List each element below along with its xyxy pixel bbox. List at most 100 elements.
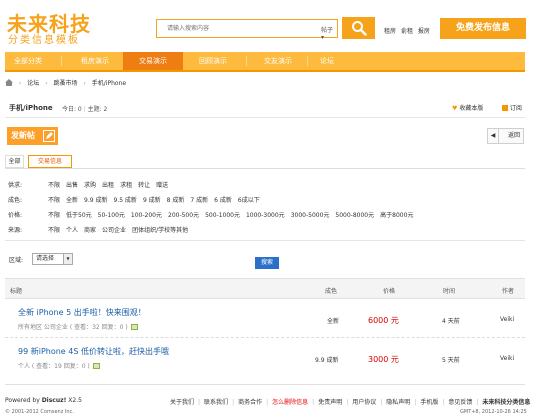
filter-option[interactable]: 9 成新: [143, 197, 161, 204]
filter-option[interactable]: 6 成新: [214, 197, 232, 204]
image-icon: [130, 324, 138, 330]
footer-link[interactable]: 联系我们: [204, 399, 228, 406]
back-button[interactable]: ◀ 返回: [487, 128, 524, 144]
nav-item-review[interactable]: 回顾演示: [183, 52, 243, 70]
filter-option[interactable]: 商家: [84, 227, 96, 234]
tab-all[interactable]: 全部: [5, 155, 24, 168]
search-button[interactable]: [342, 17, 375, 39]
footer-link[interactable]: 未来科技分类信息: [482, 399, 530, 406]
filter-option[interactable]: 求购: [84, 182, 96, 189]
chevron-down-icon: ▼: [63, 254, 72, 264]
nav-item-trade[interactable]: 交易演示: [123, 52, 183, 70]
filter-option[interactable]: 50-100元: [98, 212, 125, 219]
filter-option[interactable]: 高于8000元: [380, 212, 413, 219]
filter-option[interactable]: 全新: [66, 197, 78, 204]
table-row: 99 新iPhone 4S 低价转让啦，赶快出手哦 个人 ( 查看：19 回复：…: [5, 339, 525, 377]
arrow-left-icon: ◀: [488, 129, 499, 143]
filter-option[interactable]: 9.5 成新: [113, 197, 136, 204]
footer-link[interactable]: 意见反馈: [448, 399, 472, 406]
publish-free-button[interactable]: 免费发布信息: [440, 18, 526, 39]
nav-item-forum[interactable]: 论坛: [307, 52, 347, 70]
site-logo-subtitle: 分类信息模板: [8, 35, 80, 46]
filter-option[interactable]: 低于50元: [66, 212, 92, 219]
search-box: 帖子 ▾: [156, 19, 338, 41]
region-selected-value: 请选择: [36, 255, 55, 262]
new-post-label: 发新帖: [11, 131, 35, 140]
filter-search-button[interactable]: 搜索: [255, 257, 279, 269]
breadcrumb-forum[interactable]: 论坛: [27, 80, 39, 87]
footer-link[interactable]: 用户协议: [352, 399, 376, 406]
filter-option[interactable]: 不限: [48, 182, 60, 189]
filter-option[interactable]: 求租: [120, 182, 132, 189]
region-label: 区域:: [9, 257, 24, 264]
home-icon[interactable]: [5, 79, 13, 86]
filter-option[interactable]: 不限: [48, 227, 60, 234]
search-input[interactable]: [157, 20, 295, 37]
filter-option[interactable]: 100-200元: [131, 212, 162, 219]
today-count: 今日: 0: [62, 106, 82, 113]
filter-option[interactable]: 个人: [66, 227, 78, 234]
thread-title-link[interactable]: 99 新iPhone 4S 低价转让啦，赶快出手哦: [18, 346, 169, 357]
footer-link[interactable]: 免责声明: [318, 399, 342, 406]
footer-link[interactable]: 关于我们: [170, 399, 194, 406]
filter-option[interactable]: 9.9 成新: [84, 197, 107, 204]
filter-option[interactable]: 200-500元: [168, 212, 199, 219]
filter-option[interactable]: 不限: [48, 212, 60, 219]
thread-condition: 9.9 成新: [315, 357, 339, 364]
breadcrumb-current[interactable]: 手机/iPhone: [92, 80, 126, 87]
powered-prefix: Powered by: [5, 397, 40, 404]
new-post-button[interactable]: 发新帖: [7, 127, 58, 145]
rss-icon: [502, 105, 508, 111]
filter-option[interactable]: 6成以下: [238, 197, 260, 204]
filter-option[interactable]: 3000-5000元: [291, 212, 330, 219]
filter-option[interactable]: 公司企业: [102, 227, 126, 234]
filter-label: 价格:: [8, 212, 23, 219]
footer-links: 关于我们 | 联系我们 | 商务合作 | 怎么删除信息 | 免责声明 | 用户协议 | 隐私声明 | 手机版…: [170, 399, 531, 406]
filter-label: 供求:: [8, 182, 23, 189]
favorite-forum-link[interactable]: ♥ 收藏本版: [452, 103, 483, 112]
search-category-select[interactable]: 帖子 ▾: [321, 25, 337, 41]
breadcrumb-market[interactable]: 跳蚤市场: [54, 80, 78, 87]
subscribe-link[interactable]: 订阅: [502, 103, 522, 112]
footer-link[interactable]: 手机版: [420, 399, 438, 406]
subscribe-label: 订阅: [509, 105, 522, 112]
filter-option[interactable]: 赠送: [156, 182, 168, 189]
hot-link[interactable]: 租房: [384, 28, 396, 35]
tab-trade-info[interactable]: 交易信息: [28, 155, 72, 168]
filter-option[interactable]: 出售: [66, 182, 78, 189]
footer-link[interactable]: 怎么删除信息: [272, 399, 308, 406]
copyright: © 2001-2012 Comsenz Inc.: [5, 409, 74, 415]
thread-author[interactable]: Veiki: [500, 355, 514, 362]
back-label: 返回: [508, 132, 521, 139]
filter-option[interactable]: 转让: [138, 182, 150, 189]
edit-icon: [43, 130, 55, 142]
powered-by: Powered by Discuz! X2.5: [5, 397, 82, 404]
thread-meta-text: 个人 ( 查看：19 回复：0 ): [18, 363, 90, 370]
thread-meta: 所有地区 公司企业 ( 查看：32 回复：0 ): [18, 322, 138, 331]
hot-link[interactable]: 报房: [418, 28, 430, 35]
thread-title-link[interactable]: 全新 iPhone 5 出手啦！快来围观！: [18, 307, 146, 318]
footer-link[interactable]: 商务合作: [238, 399, 262, 406]
heart-icon: ♥: [452, 105, 458, 112]
footer-link[interactable]: 隐私声明: [386, 399, 410, 406]
thread-author[interactable]: Veiki: [500, 316, 514, 323]
filter-option[interactable]: 7 成新: [190, 197, 208, 204]
filter-option[interactable]: 1000-3000元: [246, 212, 285, 219]
filter-option[interactable]: 团体组织/学校等其他: [132, 227, 188, 234]
filter-option[interactable]: 出租: [102, 182, 114, 189]
hot-link[interactable]: 俞租: [401, 28, 413, 35]
filter-option[interactable]: 500-1000元: [205, 212, 240, 219]
nav-item-all[interactable]: 全部分类: [5, 52, 51, 70]
table-row: 全新 iPhone 5 出手啦！快来围观！ 所有地区 公司企业 ( 查看：32 …: [5, 300, 525, 338]
filter-option[interactable]: 8 成新: [167, 197, 185, 204]
col-price: 价格: [383, 288, 396, 295]
nav-item-dating[interactable]: 交友演示: [249, 52, 307, 70]
breadcrumb: › 论坛 › 跳蚤市场 › 手机/iPhone: [5, 78, 126, 87]
powered-brand-link[interactable]: Discuz!: [42, 397, 67, 404]
filter-option[interactable]: 5000-8000元: [335, 212, 374, 219]
region-select[interactable]: 请选择 ▼: [32, 253, 73, 265]
filter-option[interactable]: 不限: [48, 197, 60, 204]
filter-divider: [5, 240, 525, 241]
nav-item-rent[interactable]: 租房演示: [67, 52, 123, 70]
thread-meta: 个人 ( 查看：19 回复：0 ): [18, 361, 100, 370]
